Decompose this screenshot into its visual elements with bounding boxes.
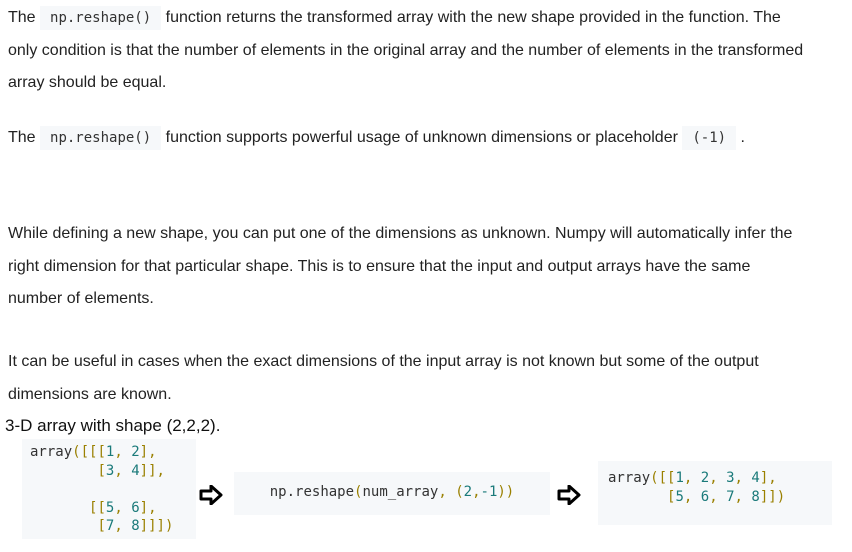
right-arrow-icon bbox=[199, 485, 223, 505]
paragraph-unknown-dims: The np.reshape() function supports power… bbox=[8, 122, 808, 155]
inline-code: (-1) bbox=[682, 126, 737, 150]
code-line: [7, 8]]]) bbox=[97, 518, 174, 534]
code-line: [[5, 6], bbox=[89, 499, 157, 516]
input-array-code: array([[[1, 2], [3, 4]], [[5, 6], [7, 8]… bbox=[22, 439, 196, 539]
text: function supports powerful usage of unkn… bbox=[161, 129, 683, 146]
inline-code: np.reshape() bbox=[40, 6, 162, 30]
inline-code: np.reshape() bbox=[40, 126, 162, 150]
paragraph-infer-dimension: While defining a new shape, you can put … bbox=[8, 225, 793, 307]
right-arrow-icon bbox=[557, 485, 581, 505]
code-line: [5, 6, 7, 8]]) bbox=[667, 488, 786, 505]
text: The bbox=[8, 129, 41, 146]
code-line: [3, 4]], bbox=[97, 462, 165, 479]
code-line: array([[[1, 2], bbox=[30, 444, 157, 460]
text: The bbox=[8, 9, 41, 26]
code-line: array([[1, 2, 3, 4], bbox=[608, 470, 777, 486]
caption: 3-D array with shape (2,2,2). bbox=[5, 416, 221, 435]
paragraph-use-case: It can be useful in cases when the exact… bbox=[8, 353, 759, 403]
reshape-call-code: np.reshape(num_array, (2,-1)) bbox=[234, 472, 550, 515]
text: . bbox=[736, 129, 745, 146]
paragraph-reshape-intro: The np.reshape() function returns the tr… bbox=[8, 2, 808, 100]
output-array-code: array([[1, 2, 3, 4], [5, 6, 7, 8]]) bbox=[598, 461, 832, 525]
